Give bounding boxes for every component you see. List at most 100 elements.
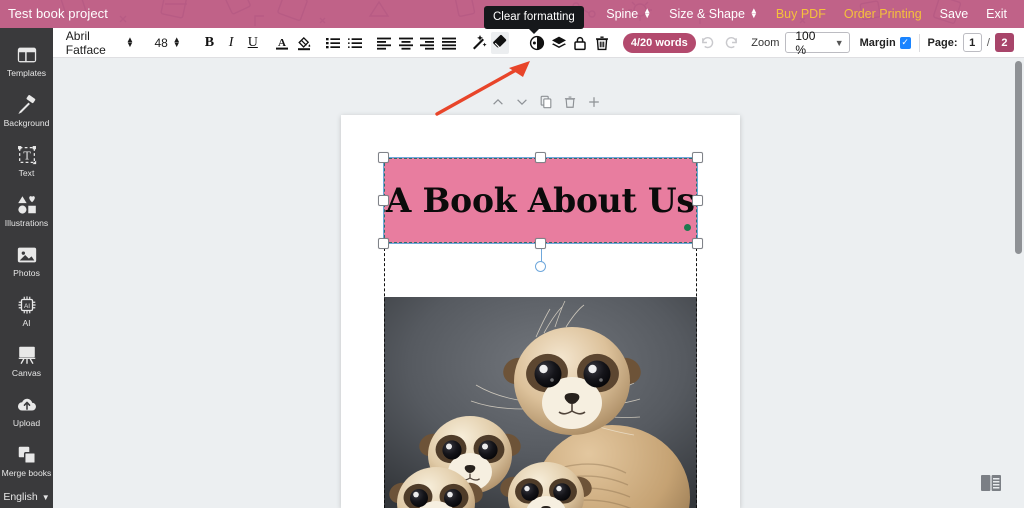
add-object-button[interactable] (585, 93, 603, 111)
menu-buy-pdf[interactable]: Buy PDF (767, 0, 835, 28)
menu-spine[interactable]: Spine ▲ ▼ (597, 0, 660, 28)
photo-icon (17, 247, 36, 263)
svg-text:AI: AI (23, 303, 29, 310)
sidebar-label-text: Text (18, 168, 35, 178)
menu-size-shape[interactable]: Size & Shape ▲ ▼ (660, 0, 767, 28)
language-label: English (3, 491, 38, 503)
menu-exit[interactable]: Exit (977, 0, 1016, 28)
resize-handle-tr[interactable] (692, 152, 703, 163)
rotation-handle[interactable] (535, 261, 546, 272)
menu-save[interactable]: Save (931, 0, 978, 28)
font-size-value: 48 (154, 35, 168, 50)
numbered-list-icon (347, 37, 362, 48)
text-effects-button[interactable] (469, 32, 488, 54)
italic-button[interactable]: I (222, 32, 241, 54)
page-photo[interactable] (384, 297, 697, 508)
menu-size-shape-label: Size & Shape (669, 7, 745, 21)
undo-icon (702, 37, 714, 49)
selected-textbox[interactable]: A Book About Us (378, 152, 703, 272)
text-box-icon: T (17, 146, 36, 165)
sidebar-label-photos: Photos (13, 268, 40, 278)
sidebar-label-merge-books: Merge books (1, 468, 52, 478)
align-justify-button[interactable] (440, 32, 459, 54)
fill-color-icon (297, 36, 311, 50)
delete-button[interactable] (593, 32, 612, 54)
shapes-icon (17, 196, 36, 214)
chevron-updown-icon: ▲ ▼ (749, 6, 758, 20)
eraser-icon (492, 35, 506, 49)
bulleted-list-button[interactable] (324, 32, 343, 54)
resize-handle-mr[interactable] (692, 195, 703, 206)
align-justify-icon (442, 37, 457, 50)
resize-handle-tl[interactable] (378, 152, 389, 163)
numbered-list-button[interactable] (345, 32, 364, 54)
delete-object-button[interactable] (561, 93, 579, 111)
sidebar-item-upload[interactable]: Upload (0, 386, 53, 436)
book-preview-button[interactable] (980, 473, 1002, 498)
language-selector[interactable]: English ▼ (0, 491, 53, 503)
margin-checkbox[interactable]: ✓ (899, 36, 911, 49)
tooltip-clear-formatting: Clear formatting (484, 6, 584, 34)
textbox-fill[interactable]: A Book About Us (384, 158, 697, 243)
lock-button[interactable] (571, 32, 590, 54)
sidebar-label-ai: AI (22, 318, 31, 328)
canvas-easel-icon (18, 346, 35, 365)
align-left-button[interactable] (375, 32, 394, 54)
trash-icon (596, 36, 609, 50)
annotation-arrow-icon (435, 61, 530, 116)
chevron-down-icon: ▼ (834, 37, 844, 48)
sidebar-label-upload: Upload (12, 418, 41, 428)
magic-wand-icon (472, 35, 487, 50)
word-count-badge: 4/20 words (622, 32, 696, 53)
sidebar-item-merge-books[interactable]: Merge books (0, 436, 53, 486)
highlight-color-button[interactable] (294, 32, 313, 54)
undo-button[interactable] (696, 32, 720, 54)
clear-formatting-button[interactable] (490, 31, 510, 54)
merge-books-icon (18, 446, 36, 464)
layers-icon (551, 36, 566, 48)
textbox-title-text: A Book About Us (385, 180, 696, 221)
opacity-button[interactable] (528, 32, 547, 54)
sidebar-item-canvas[interactable]: Canvas (0, 336, 53, 386)
menu-order-printing[interactable]: Order Printing (835, 0, 931, 28)
zoom-select[interactable]: 100 % ▼ (785, 29, 850, 57)
resize-handle-br[interactable] (692, 238, 703, 249)
canvas-scrollbar-thumb[interactable] (1015, 61, 1022, 254)
sidebar-item-photos[interactable]: Photos (0, 236, 53, 286)
align-right-button[interactable] (418, 32, 437, 54)
page-total-badge: 2 (994, 33, 1015, 52)
layers-button[interactable] (549, 32, 568, 54)
underline-button[interactable]: U (243, 32, 262, 54)
app-root: Test book project Spine ▲ ▼ Size & Shape … (0, 0, 1024, 508)
redo-button[interactable] (720, 32, 744, 54)
sidebar-item-ai[interactable]: AI AI (0, 286, 53, 336)
resize-handle-bc[interactable] (535, 238, 546, 249)
trash-icon (564, 96, 576, 108)
sidebar-item-illustrations[interactable]: Illustrations (0, 186, 53, 236)
sidebar-item-templates[interactable]: Templates (0, 36, 53, 86)
page-current-input[interactable]: 1 (962, 33, 982, 52)
align-right-icon (420, 37, 435, 50)
font-family-value: Abril Fatface (65, 28, 106, 57)
zoom-label: Zoom (751, 36, 780, 49)
canvas-scrollbar-track[interactable] (1013, 59, 1024, 508)
canvas-area[interactable]: A Book About Us (53, 59, 1024, 508)
text-color-button[interactable]: A (273, 32, 292, 54)
font-size-select[interactable]: 48 ▲ ▼ (148, 32, 186, 54)
bold-button[interactable]: B (200, 32, 219, 54)
font-family-select[interactable]: Abril Fatface ▲ ▼ (60, 28, 140, 57)
redo-icon (725, 37, 737, 49)
resize-handle-bl[interactable] (378, 238, 389, 249)
resize-handle-ml[interactable] (378, 195, 389, 206)
bulleted-list-icon (326, 37, 341, 48)
align-left-icon (377, 37, 392, 50)
resize-handle-tc[interactable] (535, 152, 546, 163)
contrast-icon (529, 35, 545, 50)
chevron-updown-icon: ▲ ▼ (172, 34, 181, 49)
sidebar-item-text[interactable]: T Text (0, 136, 53, 186)
sidebar-item-background[interactable]: Background (0, 86, 53, 136)
align-center-button[interactable] (396, 32, 415, 54)
chevron-updown-icon: ▲ ▼ (643, 6, 652, 20)
sidebar-label-background: Background (3, 118, 50, 128)
plus-icon (589, 97, 599, 107)
